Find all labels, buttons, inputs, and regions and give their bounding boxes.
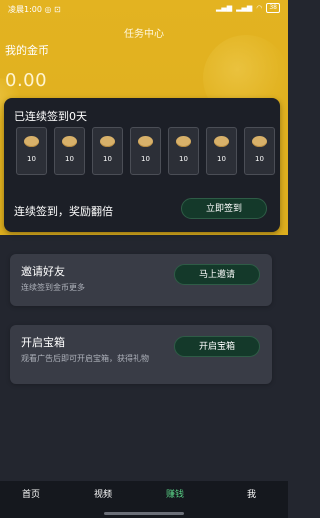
- status-icons: ▂▄▆ ▂▄▆ ◠ 38: [216, 3, 280, 13]
- battery-icon: 38: [266, 3, 280, 13]
- checkin-day-1[interactable]: 10: [16, 127, 47, 175]
- nav-earn[interactable]: 赚钱: [166, 487, 184, 500]
- coin-icon: [62, 136, 77, 147]
- checkin-bonus-text: 连续签到，奖励翻倍: [14, 205, 113, 218]
- gold-label: 我的金币: [5, 44, 49, 57]
- invite-friends-button[interactable]: 马上邀请: [174, 264, 260, 285]
- checkin-day-5[interactable]: 10: [168, 127, 199, 175]
- checkin-day-value: 10: [103, 155, 112, 163]
- checkin-day-3[interactable]: 10: [92, 127, 123, 175]
- checkin-day-value: 10: [179, 155, 188, 163]
- open-chest-card: 开启宝箱 观看广告后即可开启宝箱，获得礼物 开启宝箱: [10, 325, 272, 384]
- coin-icon: [138, 136, 153, 147]
- invite-friends-card: 邀请好友 连续签到金币更多 马上邀请: [10, 254, 272, 306]
- invite-friends-title: 邀请好友: [21, 265, 65, 278]
- status-bar: 凌晨1:00 ◎ ⊡ ▂▄▆ ▂▄▆ ◠ 38: [0, 0, 288, 18]
- page-title: 任务中心: [124, 29, 164, 40]
- status-time-text: 凌晨1:00: [8, 5, 42, 14]
- open-chest-description: 观看广告后即可开启宝箱，获得礼物: [21, 354, 149, 363]
- open-chest-title: 开启宝箱: [21, 336, 65, 349]
- checkin-day-value: 10: [65, 155, 74, 163]
- coin-icon: [24, 136, 39, 147]
- checkin-day-7[interactable]: 10: [244, 127, 275, 175]
- checkin-day-value: 10: [141, 155, 150, 163]
- coin-icon: [176, 136, 191, 147]
- checkin-day-value: 10: [255, 155, 264, 163]
- signal-icon: ▂▄▆: [215, 4, 233, 12]
- status-extra-icons: ◎ ⊡: [44, 5, 61, 14]
- nav-video[interactable]: 视频: [94, 487, 112, 500]
- checkin-day-4[interactable]: 10: [130, 127, 161, 175]
- checkin-day-6[interactable]: 10: [206, 127, 237, 175]
- checkin-day-value: 10: [217, 155, 226, 163]
- invite-friends-description: 连续签到金币更多: [21, 283, 85, 292]
- streak-text: 已连续签到0天: [14, 110, 87, 123]
- checkin-button[interactable]: 立即签到: [181, 198, 267, 219]
- home-indicator: [104, 512, 184, 515]
- gold-value: 0.00: [5, 70, 48, 91]
- signal-icon: ▂▄▆: [236, 4, 253, 12]
- coin-icon: [252, 136, 267, 147]
- nav-home[interactable]: 首页: [22, 487, 40, 500]
- checkin-card: 已连续签到0天 10 10 10 10 10 10 10 连续签到，奖励翻倍 立…: [4, 98, 280, 232]
- status-time: 凌晨1:00 ◎ ⊡: [8, 4, 61, 15]
- checkin-day-2[interactable]: 10: [54, 127, 85, 175]
- checkin-day-value: 10: [27, 155, 36, 163]
- nav-me[interactable]: 我: [247, 487, 256, 500]
- open-chest-button[interactable]: 开启宝箱: [174, 336, 260, 357]
- coin-icon: [100, 136, 115, 147]
- coin-icon: [214, 136, 229, 147]
- wifi-icon: ◠: [256, 4, 263, 12]
